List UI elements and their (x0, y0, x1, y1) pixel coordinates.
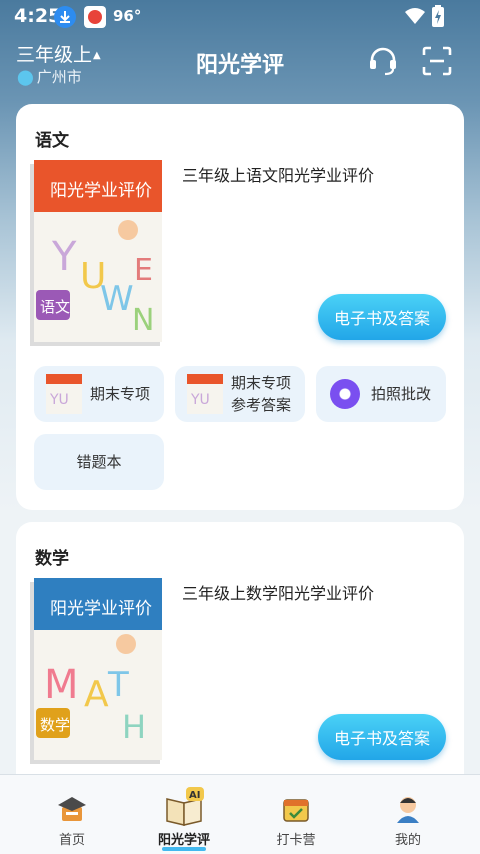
svg-text:语文: 语文 (40, 298, 70, 316)
nav-home[interactable]: 首页 (12, 775, 132, 854)
svg-text:H: H (122, 708, 146, 746)
app-header: 三年级上▲ ⬤ 广州市 阳光学评 (0, 34, 480, 98)
scan-icon (422, 46, 452, 76)
active-indicator (162, 847, 206, 851)
status-bar: 4:25 96° (0, 0, 480, 34)
ai-book-icon: AI (166, 787, 204, 826)
svg-text:A: A (84, 674, 109, 715)
book-cover-math[interactable]: 阳光学业评价 M A T H 数学 (30, 578, 164, 764)
tile-label: 拍照批改 (371, 385, 432, 403)
customer-service-button[interactable] (366, 44, 400, 78)
headset-icon (370, 47, 396, 76)
tile-label: 错题本 (76, 453, 122, 471)
battery-icon (432, 5, 444, 31)
svg-text:YU: YU (190, 392, 210, 408)
book-cover-chinese[interactable]: 阳光学业评价 Y U W E N 语文 (30, 160, 164, 346)
book-thumbnail-icon: YU (46, 374, 82, 414)
svg-text:M: M (44, 662, 79, 708)
svg-text:AI: AI (189, 790, 200, 801)
status-temperature: 96° (113, 7, 142, 25)
nav-label: 首页 (58, 833, 85, 848)
tile-mistake-book[interactable]: 错题本 (34, 434, 164, 490)
page-title: 阳光学评 (195, 53, 284, 78)
checkin-calendar-icon (283, 799, 309, 822)
nav-checkin[interactable]: 打卡营 (236, 775, 356, 854)
subject-title: 数学 (35, 549, 69, 569)
camera-icon (330, 379, 360, 409)
tile-photo-grading[interactable]: 拍照批改 (316, 366, 446, 422)
nav-label: 我的 (394, 833, 421, 848)
ebook-answers-button[interactable]: 电子书及答案 (318, 294, 446, 340)
nav-mine[interactable]: 我的 (348, 775, 468, 854)
svg-text:T: T (107, 665, 129, 705)
download-notification-icon (54, 6, 76, 28)
subject-card-chinese: 语文 阳光学业评价 Y U W E N 语文 三年级上语文阳光学业评价 电子书及… (16, 104, 464, 510)
scan-button[interactable] (420, 44, 454, 78)
nav-label: 打卡营 (276, 833, 316, 848)
ebook-answers-button[interactable]: 电子书及答案 (318, 714, 446, 760)
tile-final-special-answers[interactable]: YU 期末专项 参考答案 (175, 366, 305, 422)
svg-text:E: E (134, 253, 153, 288)
nav-sunshine-eval[interactable]: AI 阳光学评 (124, 775, 244, 854)
user-avatar-icon (397, 797, 419, 823)
svg-text:W: W (100, 279, 134, 319)
app-notification-icon (84, 6, 106, 28)
book-title[interactable]: 三年级上语文阳光学业评价 (182, 162, 374, 186)
tile-label: 期末专项 (90, 385, 151, 403)
bottom-navigation: 首页 AI 阳光学评 打卡营 我的 (0, 774, 480, 854)
subject-title: 语文 (35, 131, 69, 151)
book-title[interactable]: 三年级上数学阳光学业评价 (182, 580, 374, 604)
book-thumbnail-icon: YU (187, 374, 223, 414)
home-hat-icon (58, 797, 86, 821)
tile-final-special[interactable]: YU 期末专项 (34, 366, 164, 422)
svg-text:YU: YU (49, 392, 69, 408)
svg-text:N: N (132, 303, 154, 338)
svg-text:阳光学业评价: 阳光学业评价 (50, 181, 152, 201)
tile-label: 期末专项 参考答案 (231, 374, 292, 414)
nav-label: 阳光学评 (157, 833, 210, 848)
svg-text:数学: 数学 (40, 716, 70, 734)
wifi-icon (404, 6, 426, 30)
svg-text:Y: Y (51, 234, 77, 280)
svg-text:阳光学业评价: 阳光学业评价 (50, 599, 152, 619)
